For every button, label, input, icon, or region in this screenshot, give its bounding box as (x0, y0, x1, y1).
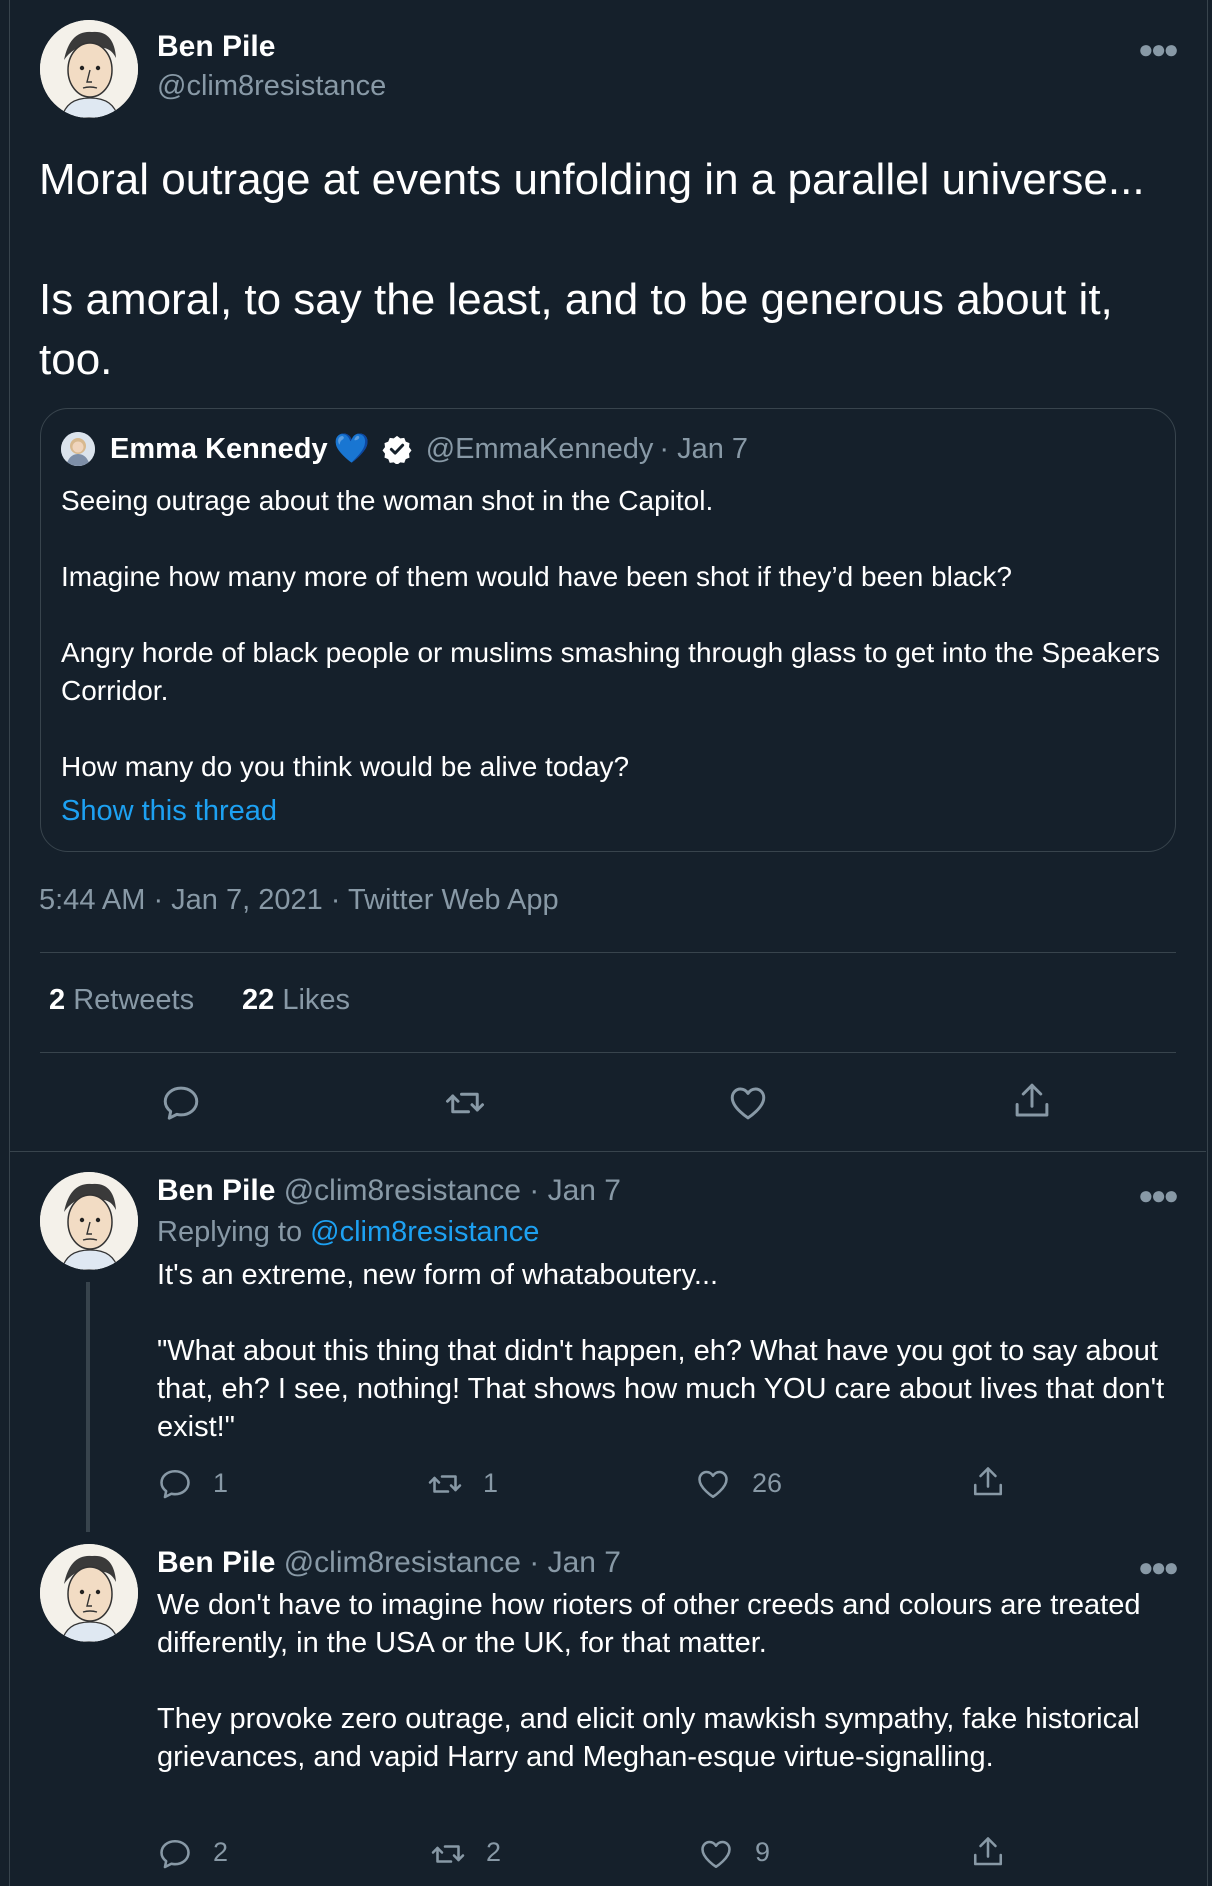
retweets-label: Retweets (73, 984, 195, 1016)
more-icon[interactable]: ●●● (1138, 34, 1179, 65)
thread-connector-line (86, 1282, 90, 1532)
reply-count: 1 (213, 1468, 229, 1498)
reply-author-name[interactable]: Ben Pile (157, 1546, 275, 1579)
retweet-icon[interactable] (443, 1082, 487, 1124)
retweets-count: 2 (49, 984, 66, 1016)
reply-author-handle[interactable]: @clim8resistance (284, 1546, 521, 1579)
reply-text: We don't have to imagine how rioters of … (157, 1589, 1141, 1773)
replying-to-link[interactable]: @clim8resistance (310, 1216, 539, 1248)
blue-heart-emoji: 💙 (333, 433, 370, 465)
like-icon[interactable] (695, 1466, 731, 1502)
reply-count: 2 (213, 1837, 229, 1867)
author-handle[interactable]: @clim8resistance (157, 70, 386, 103)
reply-date[interactable]: · Jan 7 (529, 1546, 621, 1579)
reply-icon[interactable] (157, 1836, 193, 1872)
quoted-date[interactable]: · Jan 7 (659, 433, 748, 466)
more-icon[interactable]: ●●● (1138, 1180, 1179, 1211)
reply-author-handle[interactable]: @clim8resistance (284, 1174, 521, 1207)
quoted-tweet-text: Seeing outrage about the woman shot in t… (61, 485, 1160, 782)
author-name[interactable]: Ben Pile (157, 30, 275, 64)
retweets-stat[interactable]: 2 Retweets (49, 984, 194, 1017)
share-icon[interactable] (1011, 1080, 1053, 1122)
reply-text: It's an extreme, new form of whatabouter… (157, 1259, 1165, 1443)
retweet-count: 2 (486, 1837, 502, 1867)
reply-header: Ben Pile @clim8resistance · Jan 7 (157, 1174, 621, 1208)
likes-label: Likes (282, 984, 351, 1016)
like-icon[interactable] (698, 1836, 734, 1872)
divider (40, 952, 1176, 953)
more-icon[interactable]: ●●● (1138, 1552, 1179, 1583)
likes-stat[interactable]: 22 Likes (242, 984, 350, 1017)
retweet-count: 1 (483, 1468, 499, 1498)
likes-count: 22 (242, 984, 275, 1016)
verified-badge-icon (382, 434, 412, 464)
share-icon[interactable] (970, 1464, 1006, 1500)
like-icon[interactable] (727, 1082, 769, 1124)
retweet-icon[interactable] (428, 1836, 468, 1872)
quoted-header: Emma Kennedy 💙 @EmmaKennedy · Jan 7 (110, 432, 748, 466)
reply-icon[interactable] (160, 1082, 202, 1124)
reply-author-avatar[interactable] (40, 1544, 138, 1642)
reply-date[interactable]: · Jan 7 (529, 1174, 621, 1207)
quoted-author-name[interactable]: Emma Kennedy (110, 433, 328, 466)
like-count: 26 (752, 1468, 783, 1498)
divider (40, 1052, 1176, 1053)
tweet-timestamp[interactable]: 5:44 AM · Jan 7, 2021 · Twitter Web App (39, 884, 559, 917)
reply-header: Ben Pile @clim8resistance · Jan 7 (157, 1546, 621, 1580)
replying-to: Replying to @clim8resistance (157, 1216, 539, 1249)
replying-prefix: Replying to (157, 1216, 311, 1248)
retweet-icon[interactable] (425, 1466, 465, 1502)
quoted-author-handle[interactable]: @EmmaKennedy (426, 433, 654, 466)
reply-author-name[interactable]: Ben Pile (157, 1174, 275, 1207)
show-thread-link[interactable]: Show this thread (61, 795, 277, 828)
author-avatar[interactable] (40, 20, 138, 118)
like-count: 9 (755, 1837, 771, 1867)
quoted-author-avatar (61, 432, 95, 466)
divider (10, 1151, 1206, 1152)
tweet-text: Moral outrage at events unfolding in a p… (39, 155, 1145, 384)
reply-author-avatar[interactable] (40, 1172, 138, 1270)
share-icon[interactable] (970, 1834, 1006, 1870)
reply-icon[interactable] (157, 1466, 193, 1502)
